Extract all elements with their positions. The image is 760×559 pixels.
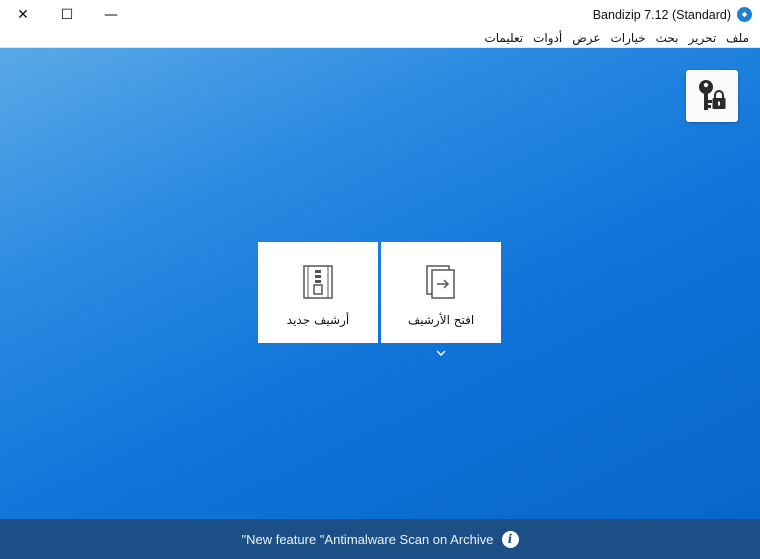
menu-item-edit[interactable]: تحرير	[684, 29, 722, 47]
close-button[interactable]: ✕	[0, 0, 46, 29]
menu-bar: ملف تحرير بحث خيارات عرض أدوات تعليمات	[0, 29, 760, 48]
close-icon: ✕	[17, 6, 29, 23]
bandizip-app-icon[interactable]	[737, 7, 752, 22]
status-bar: "New feature "Antimalware Scan on Archiv…	[0, 519, 760, 559]
info-icon[interactable]: i	[501, 530, 519, 548]
main-panel: أرشيف جديد افتح الأرشيف	[0, 48, 760, 519]
menu-item-tools[interactable]: أدوات	[528, 29, 567, 47]
feature-notice[interactable]: "New feature "Antimalware Scan on Archiv…	[241, 532, 493, 547]
minimize-icon: —	[104, 6, 118, 23]
menu-item-options[interactable]: خيارات	[606, 29, 651, 47]
maximize-icon: ☐	[60, 6, 74, 23]
new-archive-button[interactable]: أرشيف جديد	[258, 242, 378, 343]
chevron-down-icon	[436, 350, 446, 356]
new-archive-label: أرشيف جديد	[286, 313, 350, 327]
zip-file-icon	[301, 264, 335, 300]
open-file-icon	[424, 264, 458, 300]
menu-item-find[interactable]: بحث	[651, 29, 684, 47]
maximize-button[interactable]: ☐	[44, 0, 90, 29]
title-area: Bandizip 7.12 (Standard)	[593, 0, 752, 29]
title-bar: ✕ ☐ — Bandizip 7.12 (Standard)	[0, 0, 760, 29]
open-archive-dropdown[interactable]	[434, 348, 448, 358]
window-title: Bandizip 7.12 (Standard)	[592, 7, 731, 22]
key-lock-icon	[699, 80, 726, 110]
menu-item-help[interactable]: تعليمات	[479, 29, 528, 47]
open-archive-label: افتح الأرشيف	[407, 313, 475, 327]
menu-item-file[interactable]: ملف	[721, 29, 754, 47]
minimize-button[interactable]: —	[88, 0, 134, 29]
password-manager-button[interactable]	[686, 70, 738, 122]
menu-item-view[interactable]: عرض	[567, 29, 605, 47]
open-archive-button[interactable]: افتح الأرشيف	[381, 242, 501, 343]
